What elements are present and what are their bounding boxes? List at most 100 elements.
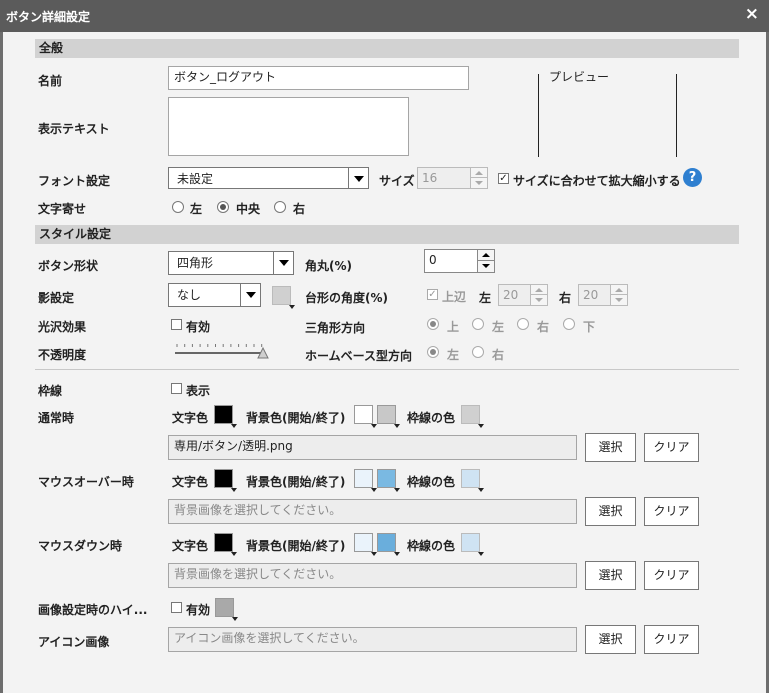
mousedown-border-color-label: 枠線の色 [407,539,456,553]
icon-select-button[interactable]: 選択 [585,625,636,654]
trapezoid-right-down-icon [610,295,627,305]
trapezoid-left-stepper: 20 [498,284,548,306]
text-align-label: 文字寄せ [38,202,87,216]
size-up-icon [470,168,487,178]
border-checkbox-label: 表示 [186,384,211,398]
highlight-checkbox[interactable] [171,602,182,613]
align-center-radio[interactable] [217,201,229,213]
mouseover-clear-button[interactable]: クリア [644,497,699,526]
corner-down-icon[interactable] [477,261,494,272]
normal-bg-color-label: 背景色(開始/終了) [246,411,346,425]
triangle-left-radio [472,318,484,330]
align-right-radio[interactable] [274,201,286,213]
homebase-right-label: 右 [492,348,505,362]
highlight-color-swatch[interactable] [215,598,238,621]
mouseover-text-color-swatch[interactable] [214,469,237,492]
align-center-label: 中央 [236,202,261,216]
gloss-checkbox-label: 有効 [186,320,211,334]
normal-border-color-label: 枠線の色 [407,411,456,425]
mousedown-select-button[interactable]: 選択 [585,561,636,590]
border-label: 枠線 [38,384,63,398]
preview-right-edge [676,74,677,157]
size-value: 16 [422,171,438,185]
opacity-slider-track [175,344,269,359]
size-down-icon [470,178,487,188]
help-icon[interactable]: ? [683,168,702,187]
image-highlight-label: 画像設定時のハイ... [38,603,148,617]
trapezoid-left-value: 20 [503,288,519,302]
window-title: ボタン詳細設定 [6,10,91,24]
gloss-label: 光沢効果 [38,320,87,334]
align-left-radio[interactable] [172,201,184,213]
trapezoid-right-label: 右 [559,291,572,305]
opacity-slider[interactable] [175,342,269,360]
normal-text-color-swatch[interactable] [214,405,237,428]
chevron-down-icon[interactable] [273,252,293,274]
icon-clear-button[interactable]: クリア [644,625,699,654]
mousedown-image-field[interactable]: 背景画像を選択してください。 [168,563,577,588]
section-style: スタイル設定 [35,225,739,244]
mouseover-text-color-label: 文字色 [172,475,209,489]
name-label: 名前 [38,74,63,88]
triangle-up-radio [427,318,439,330]
mouseover-bg-start-swatch[interactable] [354,469,377,492]
divider [35,369,739,370]
top-edge-checkbox: ✓ [427,289,438,300]
homebase-left-label: 左 [447,348,460,362]
shadow-label: 影設定 [38,291,75,305]
trapezoid-left-label: 左 [479,291,492,305]
mouseover-select-button[interactable]: 選択 [585,497,636,526]
size-label: サイズ [379,174,415,188]
shadow-select-value: なし [177,288,202,302]
font-select-value: 未設定 [177,172,214,186]
mousedown-bg-color-label: 背景色(開始/終了) [246,539,346,553]
trapezoid-right-up-icon [610,285,627,295]
corner-up-icon[interactable] [477,250,494,261]
mousedown-text-color-swatch[interactable] [214,533,237,556]
normal-text-color-label: 文字色 [172,411,209,425]
mouseover-bg-end-swatch[interactable] [377,469,400,492]
homebase-label: ホームベース型方向 [305,349,413,363]
shape-select[interactable]: 四角形 [168,251,294,275]
mousedown-clear-button[interactable]: クリア [644,561,699,590]
preview-label: プレビュー [549,70,610,84]
mouseover-image-field[interactable]: 背景画像を選択してください。 [168,499,577,524]
gloss-checkbox[interactable] [171,319,182,330]
mouseover-border-color-label: 枠線の色 [407,475,456,489]
fit-checkbox-label: サイズに合わせて拡大縮小する [513,174,681,188]
mousedown-bg-end-swatch[interactable] [377,533,400,556]
close-icon[interactable]: × [745,5,759,23]
section-general: 全般 [35,39,739,58]
dialog-body: 全般 名前 ボタン_ログアウト プレビュー 表示テキスト フォント設定 未設定 … [0,32,769,693]
font-select[interactable]: 未設定 [168,167,369,189]
shape-select-value: 四角形 [177,256,214,270]
mousedown-label: マウスダウン時 [38,539,123,553]
corner-value: 0 [429,253,437,267]
corner-stepper[interactable]: 0 [424,249,495,273]
homebase-left-radio [427,346,439,358]
mouseover-label: マウスオーバー時 [38,475,134,489]
mousedown-border-color-swatch [461,533,484,556]
normal-bg-start-swatch[interactable] [354,405,377,428]
normal-bg-end-swatch[interactable] [377,405,400,428]
mousedown-bg-start-swatch[interactable] [354,533,377,556]
icon-image-label: アイコン画像 [38,635,110,649]
fit-checkbox[interactable]: ✓ [498,173,509,184]
mousedown-text-color-label: 文字色 [172,539,209,553]
font-settings-label: フォント設定 [38,174,111,188]
chevron-down-icon[interactable] [240,284,260,306]
icon-image-field[interactable]: アイコン画像を選択してください。 [168,627,577,652]
mouseover-bg-color-label: 背景色(開始/終了) [246,475,346,489]
mouseover-border-color-swatch [461,469,484,492]
trapezoid-right-stepper: 20 [578,284,628,306]
border-checkbox[interactable] [171,383,182,394]
display-text-label: 表示テキスト [38,122,110,136]
display-text-textarea[interactable] [168,97,409,156]
normal-image-field[interactable]: 専用/ボタン/透明.png [168,435,577,460]
name-input[interactable]: ボタン_ログアウト [168,66,469,90]
trapezoid-label: 台形の角度(%) [305,291,388,305]
chevron-down-icon[interactable] [348,168,368,188]
normal-select-button[interactable]: 選択 [585,433,636,462]
shadow-select[interactable]: なし [168,283,261,307]
normal-clear-button[interactable]: クリア [644,433,699,462]
